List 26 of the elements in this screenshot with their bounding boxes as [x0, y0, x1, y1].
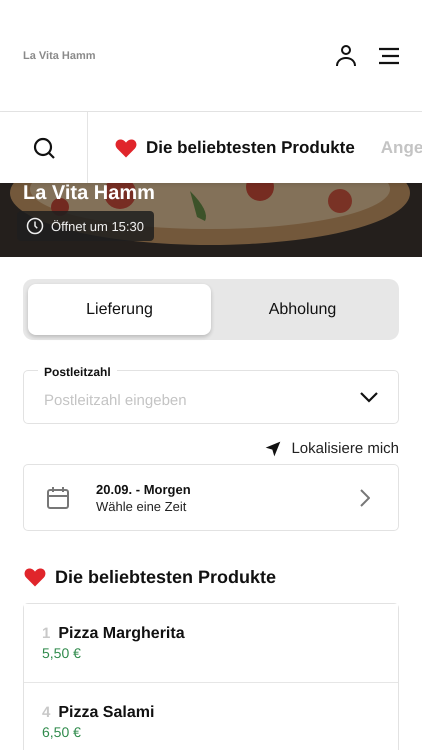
location-arrow-icon [265, 440, 282, 456]
product-price: 5,50 € [42, 645, 82, 661]
order-mode-tab[interactable]: Lieferung [28, 284, 211, 335]
restaurant-name: La Vita Hamm [23, 50, 97, 62]
search-button[interactable] [0, 112, 88, 183]
product-name: Pizza Margherita [58, 625, 185, 643]
product-name: Pizza Salami [58, 704, 154, 722]
menu-icon[interactable] [378, 46, 400, 64]
category-tab[interactable]: Die beliebtesten Produkte [88, 136, 355, 160]
product-price: 6,50 € [42, 724, 82, 740]
delivery-time-card[interactable]: 20.09. - Morgen Wähle eine Zeit [23, 464, 399, 531]
opening-time: Öffnet um 15:30 [51, 218, 144, 234]
search-icon [32, 136, 56, 160]
order-mode-tab[interactable]: Abholung [211, 284, 394, 335]
delivery-date: 20.09. - Morgen [96, 482, 192, 496]
locate-button[interactable]: Lokalisiere mich [265, 440, 399, 457]
time-hint: Wähle eine Zeit [96, 498, 188, 514]
postcode-input[interactable]: Postleitzahl eingeben [44, 386, 360, 408]
field-label: Postleitzahl [38, 365, 117, 379]
calendar-icon [46, 486, 70, 510]
section-title: Die beliebtesten Produkte [55, 566, 276, 588]
chevron-right-icon [360, 488, 370, 506]
chevron-down-icon[interactable] [360, 392, 378, 402]
user-icon[interactable] [334, 44, 358, 68]
clock-icon [26, 217, 44, 235]
hero-title: La Vita Hamm [23, 183, 156, 205]
